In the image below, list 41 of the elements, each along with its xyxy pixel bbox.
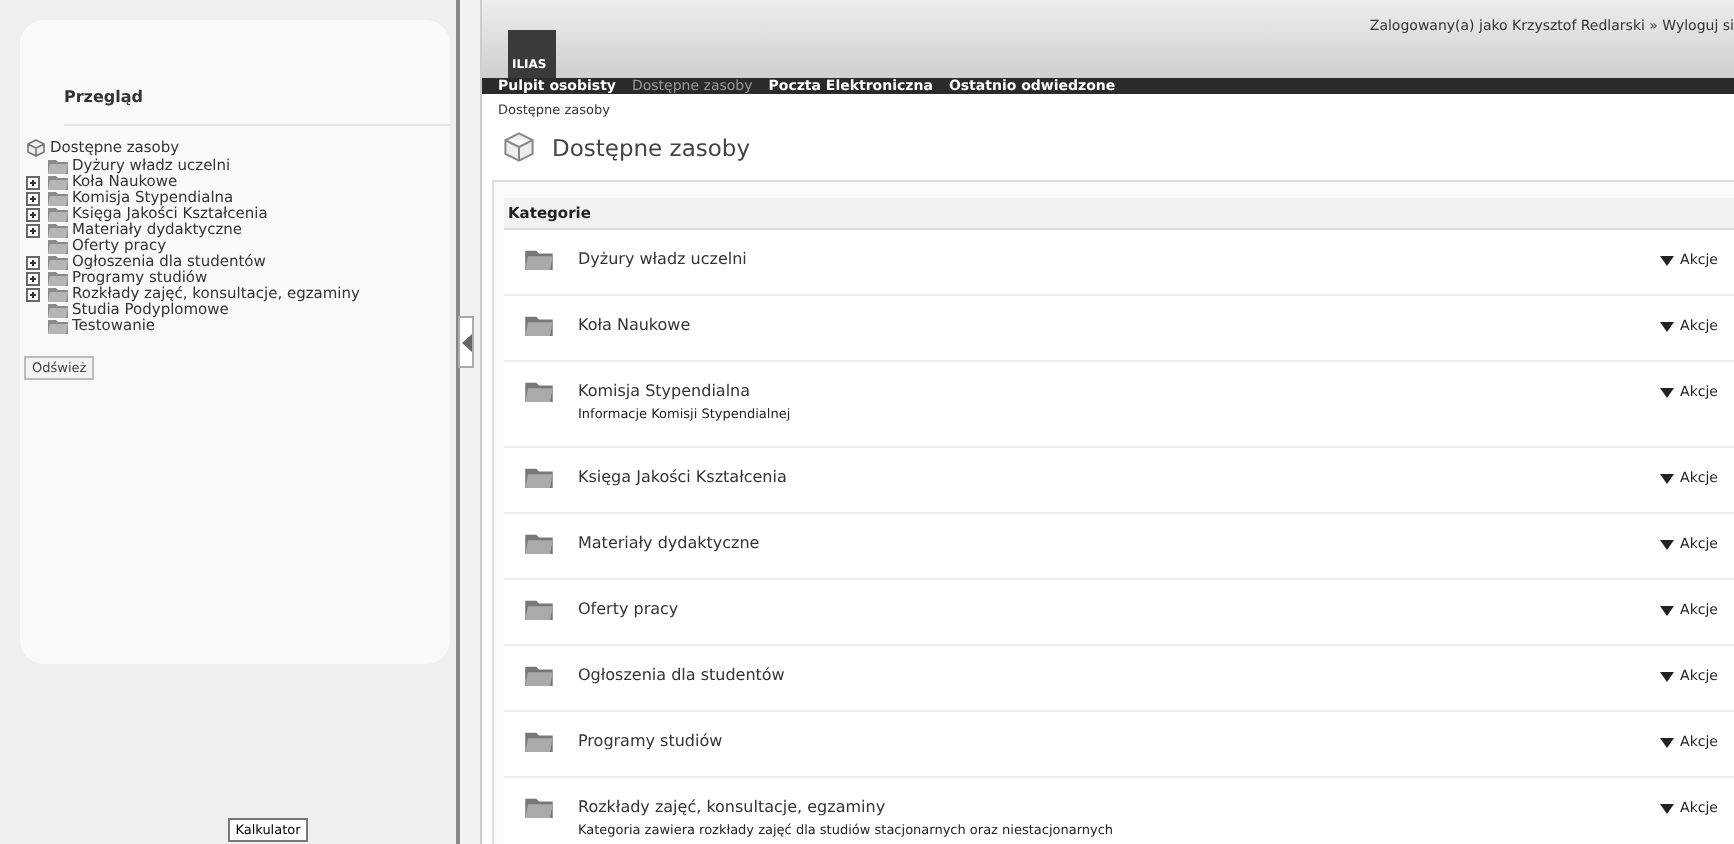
- folder-icon: [524, 664, 554, 686]
- folder-icon: [524, 598, 554, 620]
- folder-icon: [524, 466, 554, 488]
- collapse-handle[interactable]: [458, 316, 474, 368]
- cube-icon: [502, 130, 536, 164]
- caret-icon: [1660, 737, 1675, 747]
- category-link[interactable]: Oferty pracy: [578, 598, 1661, 620]
- page-title: Dostępne zasoby: [552, 133, 751, 161]
- folder-icon: [524, 796, 554, 818]
- expand-icon[interactable]: [26, 287, 40, 301]
- category-link[interactable]: Rozkłady zajęć, konsultacje, egzaminy: [578, 796, 1661, 818]
- expand-icon[interactable]: [26, 255, 40, 269]
- category-link[interactable]: Materiały dydaktyczne: [578, 532, 1661, 554]
- caret-icon: [1660, 671, 1675, 681]
- category-link[interactable]: Dyżury władz uczelni: [578, 248, 1661, 270]
- folder-icon: [524, 314, 554, 336]
- caret-icon: [1660, 539, 1675, 549]
- caret-icon: [1660, 473, 1675, 483]
- caret-icon: [1660, 255, 1675, 265]
- category-link[interactable]: Komisja Stypendialna: [578, 380, 1661, 402]
- caret-icon: [1660, 803, 1675, 813]
- folder-icon: [524, 730, 554, 752]
- folder-icon: [524, 532, 554, 554]
- expand-icon[interactable]: [26, 223, 40, 237]
- sidebar-title: Przegląd: [64, 88, 450, 126]
- expand-icon[interactable]: [26, 175, 40, 189]
- triangle-left-icon: [461, 333, 471, 351]
- category-link[interactable]: Koła Naukowe: [578, 314, 1661, 336]
- expand-icon[interactable]: [26, 191, 40, 205]
- caret-icon: [1660, 605, 1675, 615]
- cube-icon: [26, 138, 46, 158]
- category-link[interactable]: Księga Jakości Kształcenia: [578, 466, 1661, 488]
- expand-icon[interactable]: [26, 207, 40, 221]
- category-link[interactable]: Programy studiów: [578, 730, 1661, 752]
- caret-icon: [1660, 387, 1675, 397]
- category-link[interactable]: Ogłoszenia dla studentów: [578, 664, 1661, 686]
- expand-icon[interactable]: [26, 271, 40, 285]
- caret-icon: [1660, 321, 1675, 331]
- folder-icon: [524, 380, 554, 402]
- splitter-bar[interactable]: [456, 0, 482, 844]
- folder-icon: [524, 248, 554, 270]
